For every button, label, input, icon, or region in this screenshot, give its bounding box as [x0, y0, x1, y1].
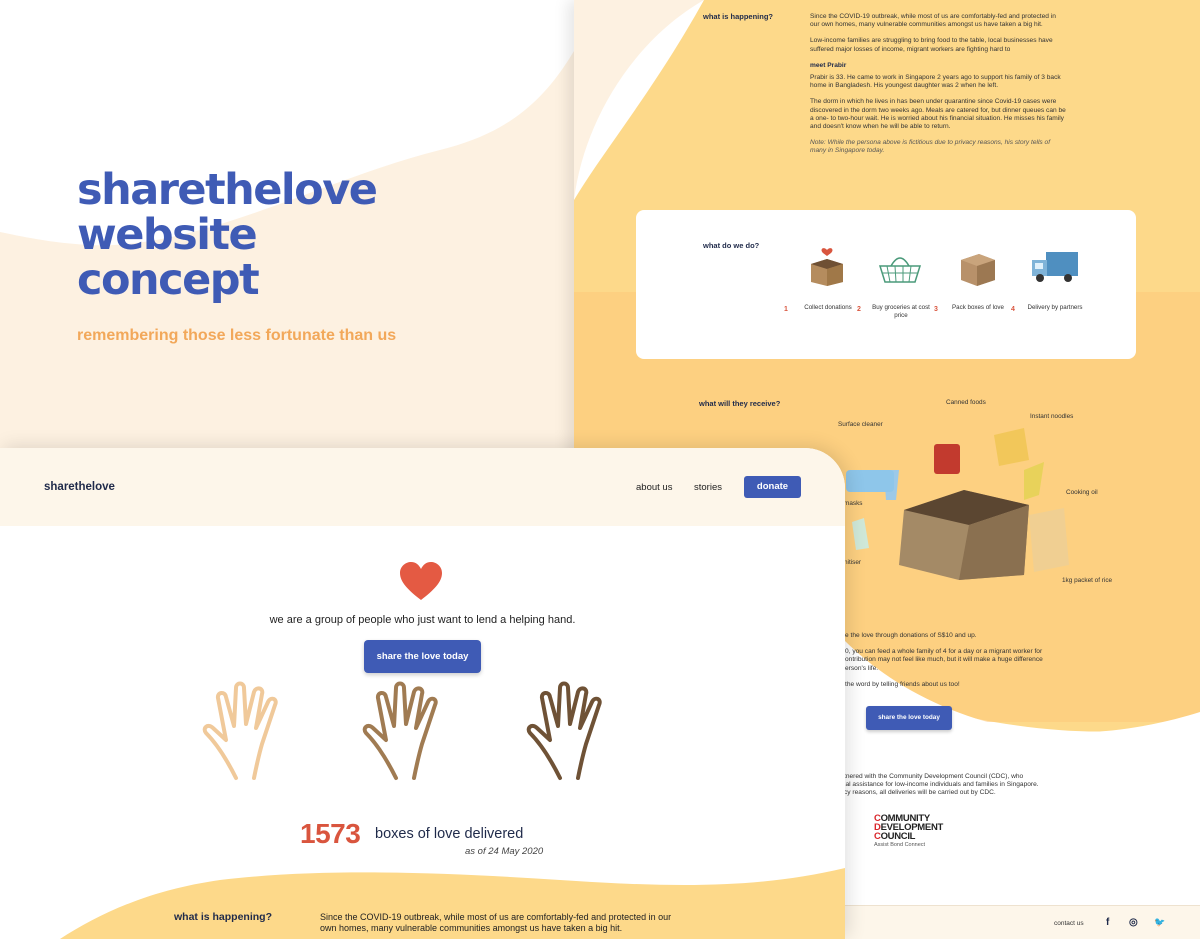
step-pack: 3 Pack boxes of love [934, 246, 1012, 313]
meet-prabir-label: meet Prabir [810, 61, 847, 69]
site-logo[interactable]: sharethelove [44, 481, 115, 493]
step-label-2: Buy groceries at cost price [872, 304, 930, 319]
donate-line-3: ontribution may not feel like much, but … [845, 656, 1043, 664]
tagline: we are a group of people who just want t… [269, 614, 576, 626]
step-number-4: 4 [1011, 306, 1015, 313]
boxes-delivered-count: 1573 [300, 818, 361, 849]
persona-note: Note: While the persona above is fictiti… [810, 139, 1051, 155]
item-cooking-oil: Cooking oil [1066, 489, 1098, 496]
nav-about-us[interactable]: about us [636, 482, 672, 493]
truck-icon [1032, 252, 1078, 282]
step-number-2: 2 [857, 306, 861, 313]
item-rice: 1kg packet of rice [1062, 577, 1113, 584]
box-icon [961, 254, 995, 286]
home-mockup-page: sharethelove about us stories donate we … [0, 448, 845, 939]
happening-text: Since the COVID-19 outbreak, while most … [810, 13, 1066, 164]
prabir-paragraph-2: The dorm in which he lives in has been u… [810, 98, 1066, 131]
nav-stories[interactable]: stories [694, 482, 722, 493]
happening-paragraph-2: Low-income families are struggling to br… [810, 37, 1053, 53]
item-canned-foods: Canned foods [946, 399, 986, 406]
step-label-1: Collect donations [804, 304, 852, 311]
hero-subtitle: remembering those less fortunate than us [77, 327, 397, 344]
share-love-button-desktop[interactable]: share the love today [866, 706, 952, 730]
boxes-delivered-label: boxes of love delivered [375, 826, 524, 842]
hand-icon-medium [362, 681, 438, 780]
donate-line-2: 0, you can feed a whole family of 4 for … [845, 648, 1043, 656]
happening-label: what is happening? [703, 12, 774, 21]
home-happening-label: what is happening? [174, 911, 273, 923]
step-buy: 2 Buy groceries at cost price [857, 246, 935, 319]
hero-title-line-2: website [77, 210, 258, 260]
instagram-icon[interactable]: ◎ [1129, 917, 1138, 928]
hand-icon-light [202, 681, 278, 780]
twitter-icon[interactable]: 🐦 [1154, 917, 1165, 928]
share-love-button[interactable]: share the love today [364, 640, 481, 673]
basket-icon [878, 257, 922, 283]
cdc-logo: COMMUNITY DEVELOPMENT COUNCIL Assist Bon… [874, 813, 944, 848]
item-instant-noodles: Instant noodles [1030, 413, 1074, 420]
donate-text: e the love through donations of S$10 and… [845, 632, 1085, 697]
box-contents-illustration [846, 428, 1069, 580]
top-navbar: sharethelove about us stories donate [0, 448, 845, 526]
donate-line-4: erson's life. [845, 664, 879, 672]
partner-line-1: tnered with the Community Development Co… [844, 773, 1024, 780]
hand-icon-dark [526, 681, 602, 780]
donate-line-5: the word by telling friends about us too… [845, 680, 960, 688]
partner-text: tnered with the Community Development Co… [844, 773, 1104, 798]
what-we-do-label: what do we do? [703, 241, 760, 250]
facebook-icon[interactable]: f [1106, 917, 1109, 928]
hero-title-block: sharethelove website concept remembering… [77, 168, 497, 345]
receive-label: what will they receive? [699, 399, 781, 408]
step-label-3: Pack boxes of love [952, 304, 1004, 311]
item-sanitiser: nitiser [844, 559, 862, 566]
boxes-delivered-date: as of 24 May 2020 [465, 846, 544, 857]
hero-title-line-1: sharethelove [77, 165, 378, 215]
step-deliver: 4 Delivery by partners [1011, 246, 1089, 313]
heart-icon [400, 562, 442, 600]
hero-title-line-3: concept [77, 255, 260, 305]
box-heart-icon [811, 248, 843, 286]
donate-button[interactable]: donate [744, 476, 801, 498]
cdc-logo-tagline: Assist Bond Connect [874, 842, 926, 848]
step-collect: 1 Collect donations [784, 246, 862, 313]
prabir-paragraph-1: Prabir is 33. He came to work in Singapo… [810, 74, 1061, 90]
happening-paragraph-1: Since the COVID-19 outbreak, while most … [810, 13, 1056, 29]
donate-line-1: e the love through donations of S$10 and… [845, 632, 977, 639]
step-number-1: 1 [784, 306, 788, 313]
item-masks: masks [844, 500, 863, 507]
contact-us-link[interactable]: contact us [1054, 920, 1084, 927]
partner-line-2: ial assistance for low-income individual… [844, 781, 1039, 789]
step-number-3: 3 [934, 306, 938, 313]
home-happening-text: Since the COVID-19 outbreak, while most … [320, 912, 672, 933]
item-surface-cleaner: Surface cleaner [838, 421, 883, 428]
what-we-do-card: what do we do? 1 Collect donations 2 Buy… [636, 210, 1136, 359]
partner-line-3: cy reasons, all deliveries will be carri… [844, 789, 996, 797]
step-label-4: Delivery by partners [1027, 304, 1083, 311]
